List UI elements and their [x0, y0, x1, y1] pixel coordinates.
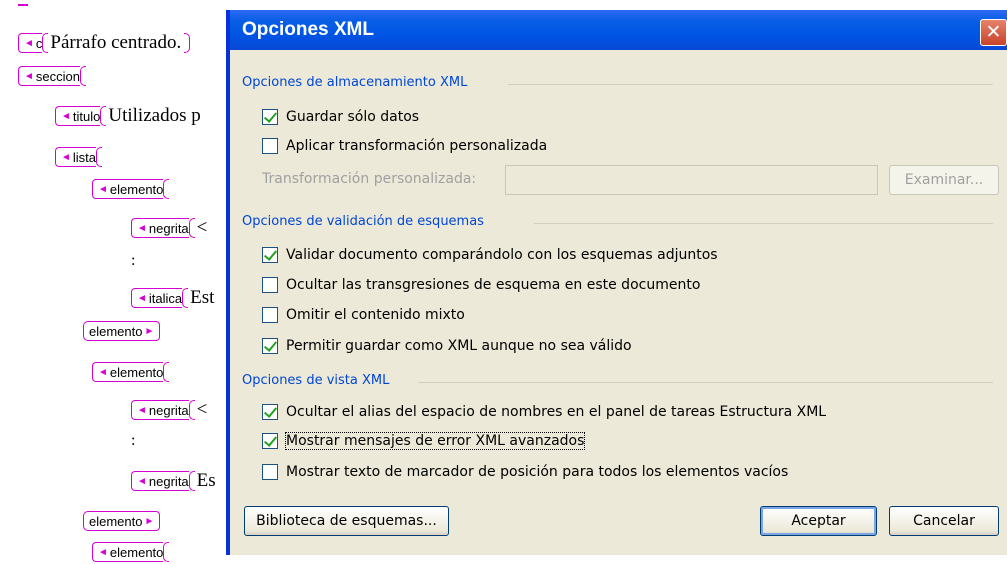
negrita-open-tag[interactable]: ◄ negrita [131, 471, 189, 491]
italica-open-tag[interactable]: ◄ italica [131, 288, 183, 308]
ignore-mixed-content-checkbox[interactable] [262, 307, 278, 323]
c-element-text: Párrafo centrado. [50, 32, 182, 53]
storage-options-group-title: Opciones de almacenamiento XML [242, 75, 468, 90]
placeholder-text-label[interactable]: Mostrar texto de marcador de posición pa… [286, 464, 788, 480]
seccion-element-row[interactable]: ◄ seccion [18, 64, 86, 88]
validate-document-label[interactable]: Validar documento comparándolo con los e… [286, 247, 718, 263]
hide-violations-option[interactable]: Ocultar las transgresiones de esquema en… [262, 274, 700, 296]
browse-button: Examinar... [889, 165, 999, 195]
allow-save-invalid-label[interactable]: Permitir guardar como XML aunque no sea … [286, 338, 632, 354]
apply-transform-label[interactable]: Aplicar transformación personalizada [286, 138, 547, 154]
c-open-tag[interactable]: ◄ c [18, 33, 43, 53]
validate-document-checkbox[interactable] [262, 247, 278, 263]
ok-button-label: Aceptar [791, 513, 846, 529]
apply-transform-option[interactable]: Aplicar transformación personalizada [262, 135, 547, 157]
hide-violations-label[interactable]: Ocultar las transgresiones de esquema en… [286, 277, 700, 293]
schema-library-button-label: Biblioteca de esquemas... [256, 513, 437, 529]
group-divider [534, 223, 993, 224]
c-element-row[interactable]: ◄ c Párrafo centrado. [18, 31, 191, 55]
titulo-open-tag[interactable]: ◄ titulo [55, 106, 101, 126]
hide-namespace-alias-checkbox[interactable] [262, 404, 278, 420]
hide-namespace-alias-option[interactable]: Ocultar el alias del espacio de nombres … [262, 401, 826, 423]
validation-options-group-title: Opciones de validación de esquemas [242, 214, 484, 229]
advanced-xml-errors-option[interactable]: Mostrar mensajes de error XML avanzados [262, 430, 586, 452]
advanced-xml-errors-checkbox[interactable] [262, 433, 278, 449]
elemento-close-tag[interactable]: elemento ► [89, 321, 161, 341]
advanced-xml-errors-label[interactable]: Mostrar mensajes de error XML avanzados [284, 432, 586, 450]
schema-library-button[interactable]: Biblioteca de esquemas... [244, 506, 449, 536]
negrita-element-text: < [196, 399, 208, 420]
titulo-element-row[interactable]: ◄ titulo Utilizados p [55, 104, 201, 128]
elemento-open-row-2[interactable]: ◄ elemento [92, 360, 170, 384]
save-data-only-label[interactable]: Guardar sólo datos [286, 109, 419, 125]
lista-element-row[interactable]: ◄ lista [55, 145, 103, 169]
placeholder-text-option[interactable]: Mostrar texto de marcador de posición pa… [262, 461, 788, 483]
negrita-element-text: Es [196, 470, 216, 491]
elemento-open-tag[interactable]: ◄ elemento [92, 362, 164, 382]
placeholder-text-checkbox[interactable] [262, 464, 278, 480]
save-data-only-checkbox[interactable] [262, 109, 278, 125]
previous-line-fragment [18, 0, 28, 6]
custom-transform-label: Transformación personalizada: [262, 171, 477, 187]
ignore-mixed-content-label[interactable]: Omitir el contenido mixto [286, 307, 465, 323]
seccion-open-tag[interactable]: ◄ seccion [18, 66, 80, 86]
save-data-only-option[interactable]: Guardar sólo datos [262, 106, 419, 128]
hide-violations-checkbox[interactable] [262, 277, 278, 293]
elemento-close-row-1[interactable]: elemento ► [83, 319, 161, 343]
elemento-open-row-3[interactable]: ◄ elemento [92, 540, 170, 564]
italica-element-text: Est [190, 287, 215, 308]
lista-open-tag[interactable]: ◄ lista [55, 147, 97, 167]
xml-options-dialog: Opciones XML ✕ Opciones de almacenamient… [226, 10, 1007, 555]
dialog-title-bar[interactable]: Opciones XML ✕ [230, 10, 1007, 50]
group-divider [508, 84, 993, 85]
negrita-element-text: < [196, 217, 208, 238]
view-options-group-title: Opciones de vista XML [242, 373, 390, 388]
elemento-close-tag[interactable]: elemento ► [89, 511, 161, 531]
elemento-open-tag[interactable]: ◄ elemento [92, 179, 164, 199]
allow-save-invalid-option[interactable]: Permitir guardar como XML aunque no sea … [262, 335, 632, 357]
close-icon: ✕ [985, 21, 1002, 43]
elemento-open-row-1[interactable]: ◄ elemento [92, 177, 170, 201]
ellipsis-colon: : [131, 252, 136, 269]
negrita-element-row-2[interactable]: ◄ negrita < [131, 398, 207, 422]
hide-namespace-alias-label[interactable]: Ocultar el alias del espacio de nombres … [286, 404, 826, 420]
italica-element-row[interactable]: ◄ italica Est [131, 286, 214, 310]
titulo-element-text: Utilizados p [108, 105, 201, 126]
ignore-mixed-content-option[interactable]: Omitir el contenido mixto [262, 304, 465, 326]
negrita-open-tag[interactable]: ◄ negrita [131, 400, 189, 420]
apply-transform-checkbox[interactable] [262, 138, 278, 154]
negrita-open-tag[interactable]: ◄ negrita [131, 218, 189, 238]
group-divider [418, 382, 993, 383]
elemento-close-row-2[interactable]: elemento ► [83, 509, 161, 533]
browse-button-label: Examinar... [904, 172, 984, 188]
ok-button[interactable]: Aceptar [760, 506, 877, 536]
elemento-open-tag[interactable]: ◄ elemento [92, 542, 164, 562]
allow-save-invalid-checkbox[interactable] [262, 338, 278, 354]
custom-transform-input [505, 165, 878, 195]
cancel-button[interactable]: Cancelar [889, 506, 999, 536]
close-button[interactable]: ✕ [980, 19, 1007, 46]
validate-document-option[interactable]: Validar documento comparándolo con los e… [262, 244, 718, 266]
negrita-element-row-1[interactable]: ◄ negrita < [131, 216, 207, 240]
ellipsis-colon: : [131, 432, 136, 449]
cancel-button-label: Cancelar [913, 513, 975, 529]
negrita-element-row-3[interactable]: ◄ negrita Es [131, 469, 216, 493]
dialog-title: Opciones XML [242, 19, 374, 40]
